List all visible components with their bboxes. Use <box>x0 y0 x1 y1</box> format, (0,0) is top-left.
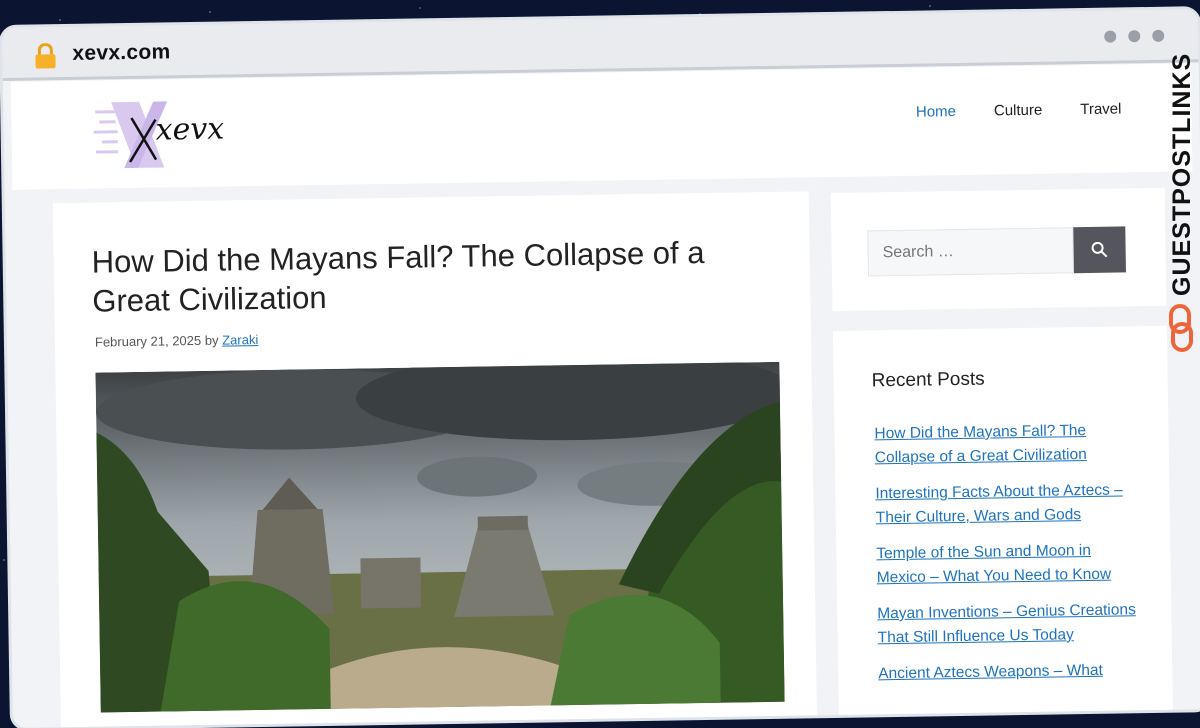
nav-home[interactable]: Home <box>916 103 956 121</box>
search-input[interactable] <box>867 227 1074 277</box>
nav-travel[interactable]: Travel <box>1080 100 1121 118</box>
site-logo[interactable]: xevx <box>91 96 242 170</box>
sidebar-search-widget <box>830 187 1167 311</box>
logo-wordmark: xevx <box>155 112 224 148</box>
window-dot[interactable] <box>1128 30 1141 43</box>
recent-post-link[interactable]: How Did the Mayans Fall? The Collapse of… <box>874 422 1087 466</box>
list-item: How Did the Mayans Fall? The Collapse of… <box>874 418 1135 470</box>
recent-post-link[interactable]: Temple of the Sun and Moon in Mexico – W… <box>876 542 1111 586</box>
recent-posts-widget: Recent Posts How Did the Mayans Fall? Th… <box>832 325 1174 728</box>
byline-by: by <box>204 332 219 348</box>
lock-icon <box>35 43 56 69</box>
recent-post-link[interactable]: Ancient Aztecs Weapons – What <box>878 662 1103 683</box>
url-text[interactable]: xevx.com <box>72 40 171 66</box>
article-title: How Did the Mayans Fall? The Collapse of… <box>91 234 705 319</box>
recent-posts-title: Recent Posts <box>871 368 985 392</box>
list-item: Mayan Inventions – Genius Creations That… <box>877 598 1138 650</box>
browser-window: xevx.com xevx Home Culture Travel How Di… <box>2 9 1200 728</box>
search-button[interactable] <box>1073 226 1126 274</box>
search-icon <box>1091 241 1108 258</box>
window-controls <box>1104 29 1165 43</box>
recent-post-link[interactable]: Interesting Facts About the Aztecs – The… <box>875 481 1123 526</box>
list-item: Ancient Aztecs Weapons – What <box>878 658 1138 686</box>
article-date: February 21, 2025 <box>94 332 202 350</box>
window-dot[interactable] <box>1104 30 1117 43</box>
chain-link-icon <box>1169 304 1193 352</box>
watermark-text: GUESTPOSTLINKS <box>1168 52 1196 296</box>
window-dot[interactable] <box>1152 29 1165 42</box>
list-item: Temple of the Sun and Moon in Mexico – W… <box>876 538 1137 590</box>
article-card: How Did the Mayans Fall? The Collapse of… <box>52 191 818 728</box>
site-header: xevx Home Culture Travel <box>10 63 1193 190</box>
nav-culture[interactable]: Culture <box>994 102 1043 120</box>
article-meta: February 21, 2025 by Zaraki <box>95 332 259 350</box>
featured-image[interactable] <box>95 361 785 713</box>
recent-posts-list: How Did the Mayans Fall? The Collapse of… <box>874 418 1138 698</box>
author-link[interactable]: Zaraki <box>222 332 258 348</box>
main-nav: Home Culture Travel <box>916 100 1122 120</box>
list-item: Interesting Facts About the Aztecs – The… <box>875 478 1136 530</box>
recent-post-link[interactable]: Mayan Inventions – Genius Creations That… <box>877 601 1136 646</box>
